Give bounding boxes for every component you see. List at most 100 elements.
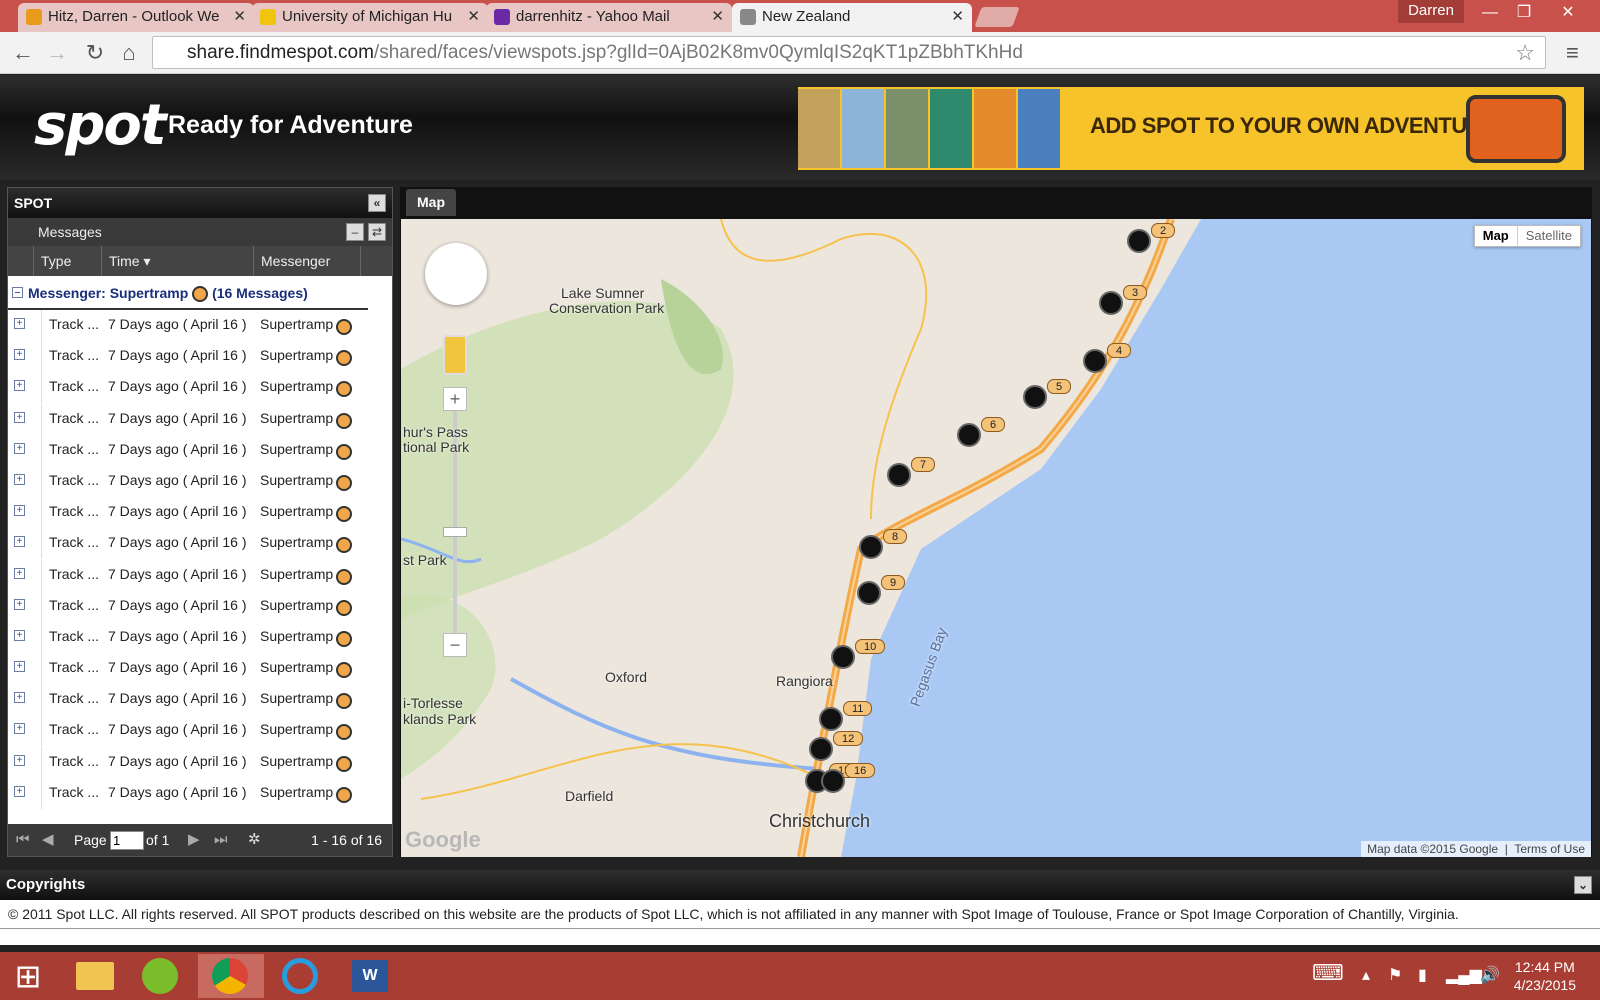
- next-page-icon[interactable]: ▶: [188, 824, 200, 856]
- expand-row-icon[interactable]: +: [14, 785, 25, 797]
- close-icon[interactable]: ✕: [233, 3, 246, 31]
- col-time[interactable]: Time ▾: [101, 246, 253, 276]
- track-marker-icon[interactable]: [859, 535, 883, 559]
- message-row[interactable]: + Track ... 7 Days ago ( April 16 ) Supertr…: [8, 465, 368, 497]
- message-row[interactable]: + Track ... 7 Days ago ( April 16 ) Supertr…: [8, 497, 368, 529]
- close-window-icon[interactable]: ✕: [1552, 0, 1584, 26]
- tab-outlook[interactable]: Hitz, Darren - Outlook We ✕: [18, 3, 254, 32]
- ad-banner[interactable]: ADD SPOT TO YOUR OWN ADVENTURES >>: [798, 87, 1584, 170]
- close-icon[interactable]: ✕: [951, 3, 964, 31]
- zoom-in-button[interactable]: +: [443, 387, 467, 411]
- expand-row-icon[interactable]: +: [14, 754, 25, 766]
- map-canvas[interactable]: Map Satellite + − Lake Sumner Conservatio…: [401, 219, 1591, 857]
- terms-link[interactable]: Terms of Use: [1514, 842, 1585, 856]
- track-marker-icon[interactable]: [821, 769, 845, 793]
- last-page-icon[interactable]: ⏭: [214, 824, 228, 856]
- collapse-icon[interactable]: –: [12, 287, 23, 298]
- flag-icon[interactable]: ⚑: [1388, 965, 1402, 985]
- message-row[interactable]: + Track ... 7 Days ago ( April 16 ) Supertr…: [8, 621, 368, 653]
- tab-map[interactable]: Map: [406, 189, 456, 216]
- message-row[interactable]: + Track ... 7 Days ago ( April 16 ) Supertr…: [8, 372, 368, 404]
- winamp-icon[interactable]: [128, 954, 194, 998]
- spot-logo[interactable]: spot: [34, 93, 167, 158]
- map-type-map-button[interactable]: Map: [1475, 226, 1518, 246]
- close-icon[interactable]: ✕: [467, 3, 480, 31]
- track-marker-icon[interactable]: [1083, 349, 1107, 373]
- bookmark-star-icon[interactable]: ☆: [1515, 37, 1535, 68]
- refresh-spinner-icon[interactable]: ✲: [248, 824, 261, 856]
- expand-row-icon[interactable]: +: [14, 473, 25, 485]
- message-row[interactable]: + Track ... 7 Days ago ( April 16 ) Supertr…: [8, 434, 368, 466]
- refresh-icon[interactable]: ⇄: [368, 223, 386, 241]
- message-row[interactable]: + Track ... 7 Days ago ( April 16 ) Supertr…: [8, 653, 368, 685]
- chrome-icon[interactable]: [198, 954, 264, 998]
- col-type[interactable]: Type: [33, 246, 101, 276]
- home-icon[interactable]: ⌂: [116, 40, 142, 66]
- track-marker-icon[interactable]: [819, 707, 843, 731]
- close-icon[interactable]: ✕: [711, 3, 724, 31]
- tray-expand-icon[interactable]: ▴: [1362, 965, 1370, 985]
- track-marker-icon[interactable]: [887, 463, 911, 487]
- tab-yahoo[interactable]: darrenhitz - Yahoo Mail ✕: [486, 3, 732, 32]
- pan-control[interactable]: [425, 243, 487, 305]
- menu-icon[interactable]: ≡: [1566, 40, 1588, 66]
- track-marker-icon[interactable]: [1127, 229, 1151, 253]
- prev-page-icon[interactable]: ◀: [42, 824, 54, 856]
- message-row[interactable]: + Track ... 7 Days ago ( April 16 ) Supertr…: [8, 559, 368, 591]
- collapse-panel-icon[interactable]: «: [368, 194, 386, 212]
- expand-row-icon[interactable]: +: [14, 629, 25, 641]
- address-bar[interactable]: share.findmespot.com/shared/faces/viewsp…: [152, 36, 1546, 69]
- expand-icon[interactable]: ⌄: [1574, 876, 1592, 894]
- file-explorer-icon[interactable]: [62, 954, 128, 998]
- tab-umich[interactable]: University of Michigan Hu ✕: [252, 3, 488, 32]
- ie-icon[interactable]: [268, 954, 334, 998]
- minimize-icon[interactable]: —: [1474, 0, 1506, 26]
- expand-row-icon[interactable]: +: [14, 661, 25, 673]
- new-tab-button[interactable]: [974, 7, 1020, 27]
- zoom-out-button[interactable]: −: [443, 633, 467, 657]
- message-row[interactable]: + Track ... 7 Days ago ( April 16 ) Supertr…: [8, 528, 368, 560]
- message-row[interactable]: + Track ... 7 Days ago ( April 16 ) Supertr…: [8, 403, 368, 435]
- profile-badge[interactable]: Darren: [1398, 0, 1464, 23]
- col-messenger[interactable]: Messenger: [253, 246, 361, 276]
- track-marker-icon[interactable]: [1023, 385, 1047, 409]
- track-marker-icon[interactable]: [831, 645, 855, 669]
- track-marker-icon[interactable]: [809, 737, 833, 761]
- volume-icon[interactable]: 🔊: [1480, 965, 1500, 985]
- message-row[interactable]: + Track ... 7 Days ago ( April 16 ) Supertr…: [8, 590, 368, 622]
- page-input[interactable]: 1: [110, 831, 144, 850]
- expand-row-icon[interactable]: +: [14, 349, 25, 361]
- clock[interactable]: 12:44 PM 4/23/2015: [1514, 958, 1576, 994]
- zoom-thumb[interactable]: [443, 527, 467, 537]
- keyboard-icon[interactable]: ⌨: [1312, 960, 1344, 986]
- group-row[interactable]: – Messenger: Supertramp (16 Messages): [8, 276, 368, 310]
- forward-icon[interactable]: →: [44, 40, 70, 66]
- message-row[interactable]: + Track ... 7 Days ago ( April 16 ) Supertr…: [8, 310, 368, 341]
- track-marker-icon[interactable]: [957, 423, 981, 447]
- reload-icon[interactable]: ↻: [82, 40, 108, 66]
- message-row[interactable]: + Track ... 7 Days ago ( April 16 ) Supertr…: [8, 341, 368, 373]
- back-icon[interactable]: ←: [10, 40, 36, 66]
- expand-row-icon[interactable]: +: [14, 442, 25, 454]
- expand-row-icon[interactable]: +: [14, 536, 25, 548]
- track-marker-icon[interactable]: [1099, 291, 1123, 315]
- message-row[interactable]: + Track ... 7 Days ago ( April 16 ) Supertr…: [8, 746, 368, 778]
- expand-row-icon[interactable]: +: [14, 380, 25, 392]
- map-type-satellite-button[interactable]: Satellite: [1518, 226, 1580, 246]
- restore-icon[interactable]: ❐: [1508, 0, 1540, 26]
- expand-row-icon[interactable]: +: [14, 411, 25, 423]
- collapse-group-icon[interactable]: –: [346, 223, 364, 241]
- expand-row-icon[interactable]: +: [14, 567, 25, 579]
- message-row[interactable]: + Track ... 7 Days ago ( April 16 ) Supertr…: [8, 777, 368, 809]
- track-marker-icon[interactable]: [857, 581, 881, 605]
- message-row[interactable]: + Track ... 7 Days ago ( April 16 ) Supertr…: [8, 715, 368, 747]
- expand-row-icon[interactable]: +: [14, 723, 25, 735]
- expand-row-icon[interactable]: +: [14, 505, 25, 517]
- first-page-icon[interactable]: ⏮: [16, 824, 30, 856]
- expand-row-icon[interactable]: +: [14, 318, 25, 329]
- start-icon[interactable]: ⊞: [6, 954, 50, 998]
- battery-icon[interactable]: ▮: [1418, 965, 1427, 985]
- tab-new-zealand[interactable]: New Zealand ✕: [732, 3, 972, 32]
- pegman-icon[interactable]: [443, 335, 467, 375]
- word-icon[interactable]: W: [338, 954, 404, 998]
